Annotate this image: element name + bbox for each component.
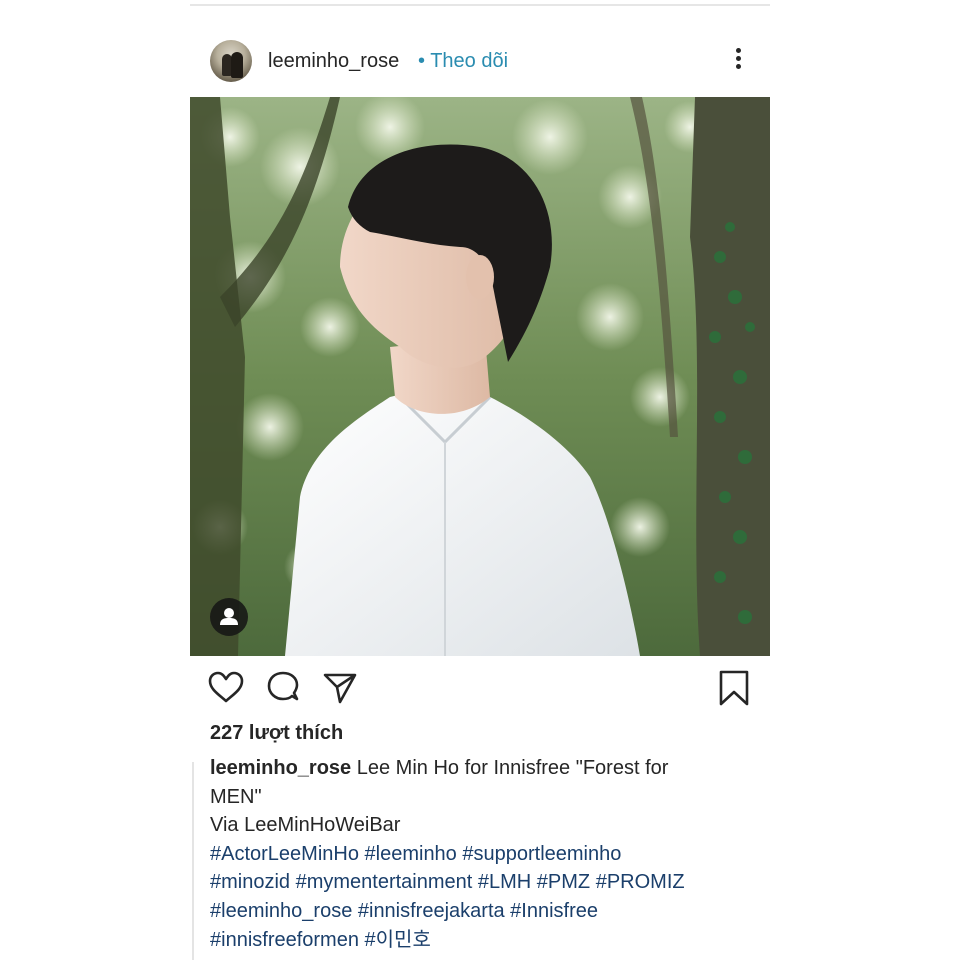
person-icon[interactable] (210, 598, 248, 636)
post-image[interactable] (190, 97, 770, 656)
hashtag-line[interactable]: #innisfreeformen #이민호 (210, 926, 750, 955)
comment-icon[interactable] (264, 668, 304, 708)
previous-post-divider (190, 0, 770, 6)
instagram-post-screen: leeminho_rose • Theo dõi 227 lượt thích … (0, 0, 960, 960)
more-vertical-icon[interactable] (734, 48, 742, 72)
paper-plane-icon[interactable] (320, 668, 360, 708)
hashtag-line[interactable]: #ActorLeeMinHo #leeminho #supportleeminh… (210, 840, 750, 869)
follow-button[interactable]: • Theo dõi (418, 50, 508, 73)
post-actions (190, 668, 770, 712)
hashtag-line[interactable]: #minozid #mymentertainment #LMH #PMZ #PR… (210, 868, 750, 897)
caption-username[interactable]: leeminho_rose (210, 757, 351, 779)
caption-text-line1: Lee Min Ho for Innisfree "Forest for (356, 757, 669, 779)
caption-text-line2: MEN" (210, 785, 262, 808)
hashtag-line[interactable]: #leeminho_rose #innisfreejakarta #Innisf… (210, 897, 750, 926)
heart-icon[interactable] (206, 668, 246, 708)
post-username[interactable]: leeminho_rose (268, 50, 399, 73)
divider (192, 762, 194, 960)
separator-dot: • (418, 50, 426, 72)
avatar[interactable] (210, 40, 252, 82)
caption-text-line3: Via LeeMinHoWeiBar (210, 814, 401, 837)
bookmark-icon[interactable] (714, 668, 754, 708)
likes-count[interactable]: 227 lượt thích (210, 722, 343, 745)
post-photo-illustration (190, 97, 770, 656)
follow-label: Theo dõi (430, 50, 509, 72)
post-header: leeminho_rose • Theo dõi (190, 36, 770, 88)
post-caption: leeminho_rose Lee Min Ho for Innisfree "… (210, 754, 750, 954)
